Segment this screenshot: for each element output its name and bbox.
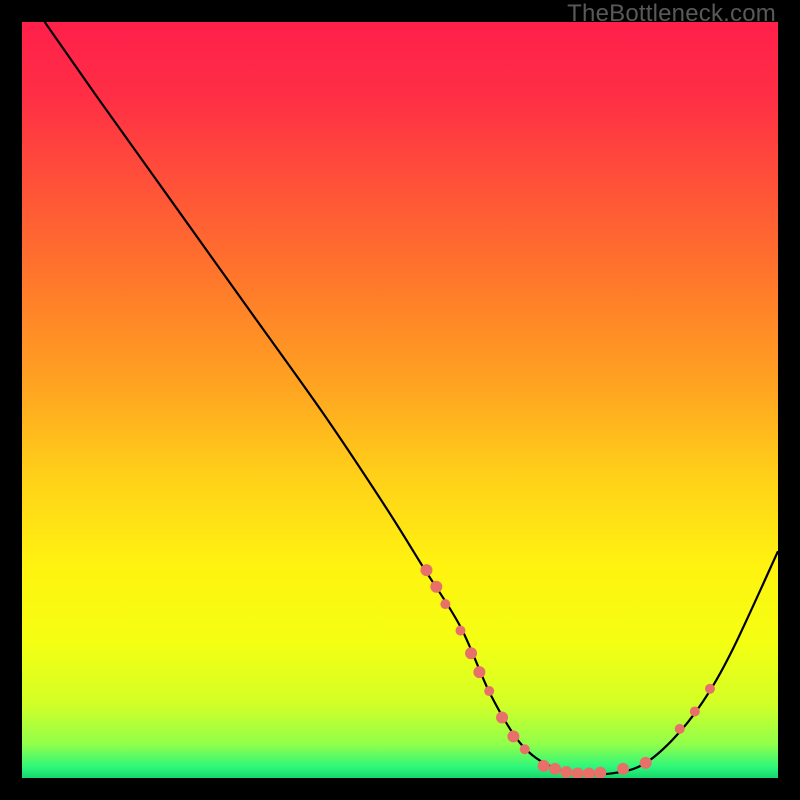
data-marker (473, 666, 485, 678)
data-marker (549, 763, 561, 775)
data-marker (484, 686, 494, 696)
data-marker (640, 757, 652, 769)
data-marker (560, 766, 572, 778)
bottleneck-chart (22, 22, 778, 778)
data-marker (520, 744, 530, 754)
data-marker (420, 564, 432, 576)
data-marker (705, 684, 715, 694)
watermark-text: TheBottleneck.com (567, 0, 776, 28)
gradient-background (22, 22, 778, 778)
data-marker (455, 626, 465, 636)
data-marker (617, 763, 629, 775)
data-marker (690, 706, 700, 716)
data-marker (507, 730, 519, 742)
data-marker (440, 599, 450, 609)
data-marker (496, 712, 508, 724)
data-marker (538, 760, 550, 772)
data-marker (675, 724, 685, 734)
chart-frame (22, 22, 778, 778)
data-marker (430, 581, 442, 593)
data-marker (465, 647, 477, 659)
